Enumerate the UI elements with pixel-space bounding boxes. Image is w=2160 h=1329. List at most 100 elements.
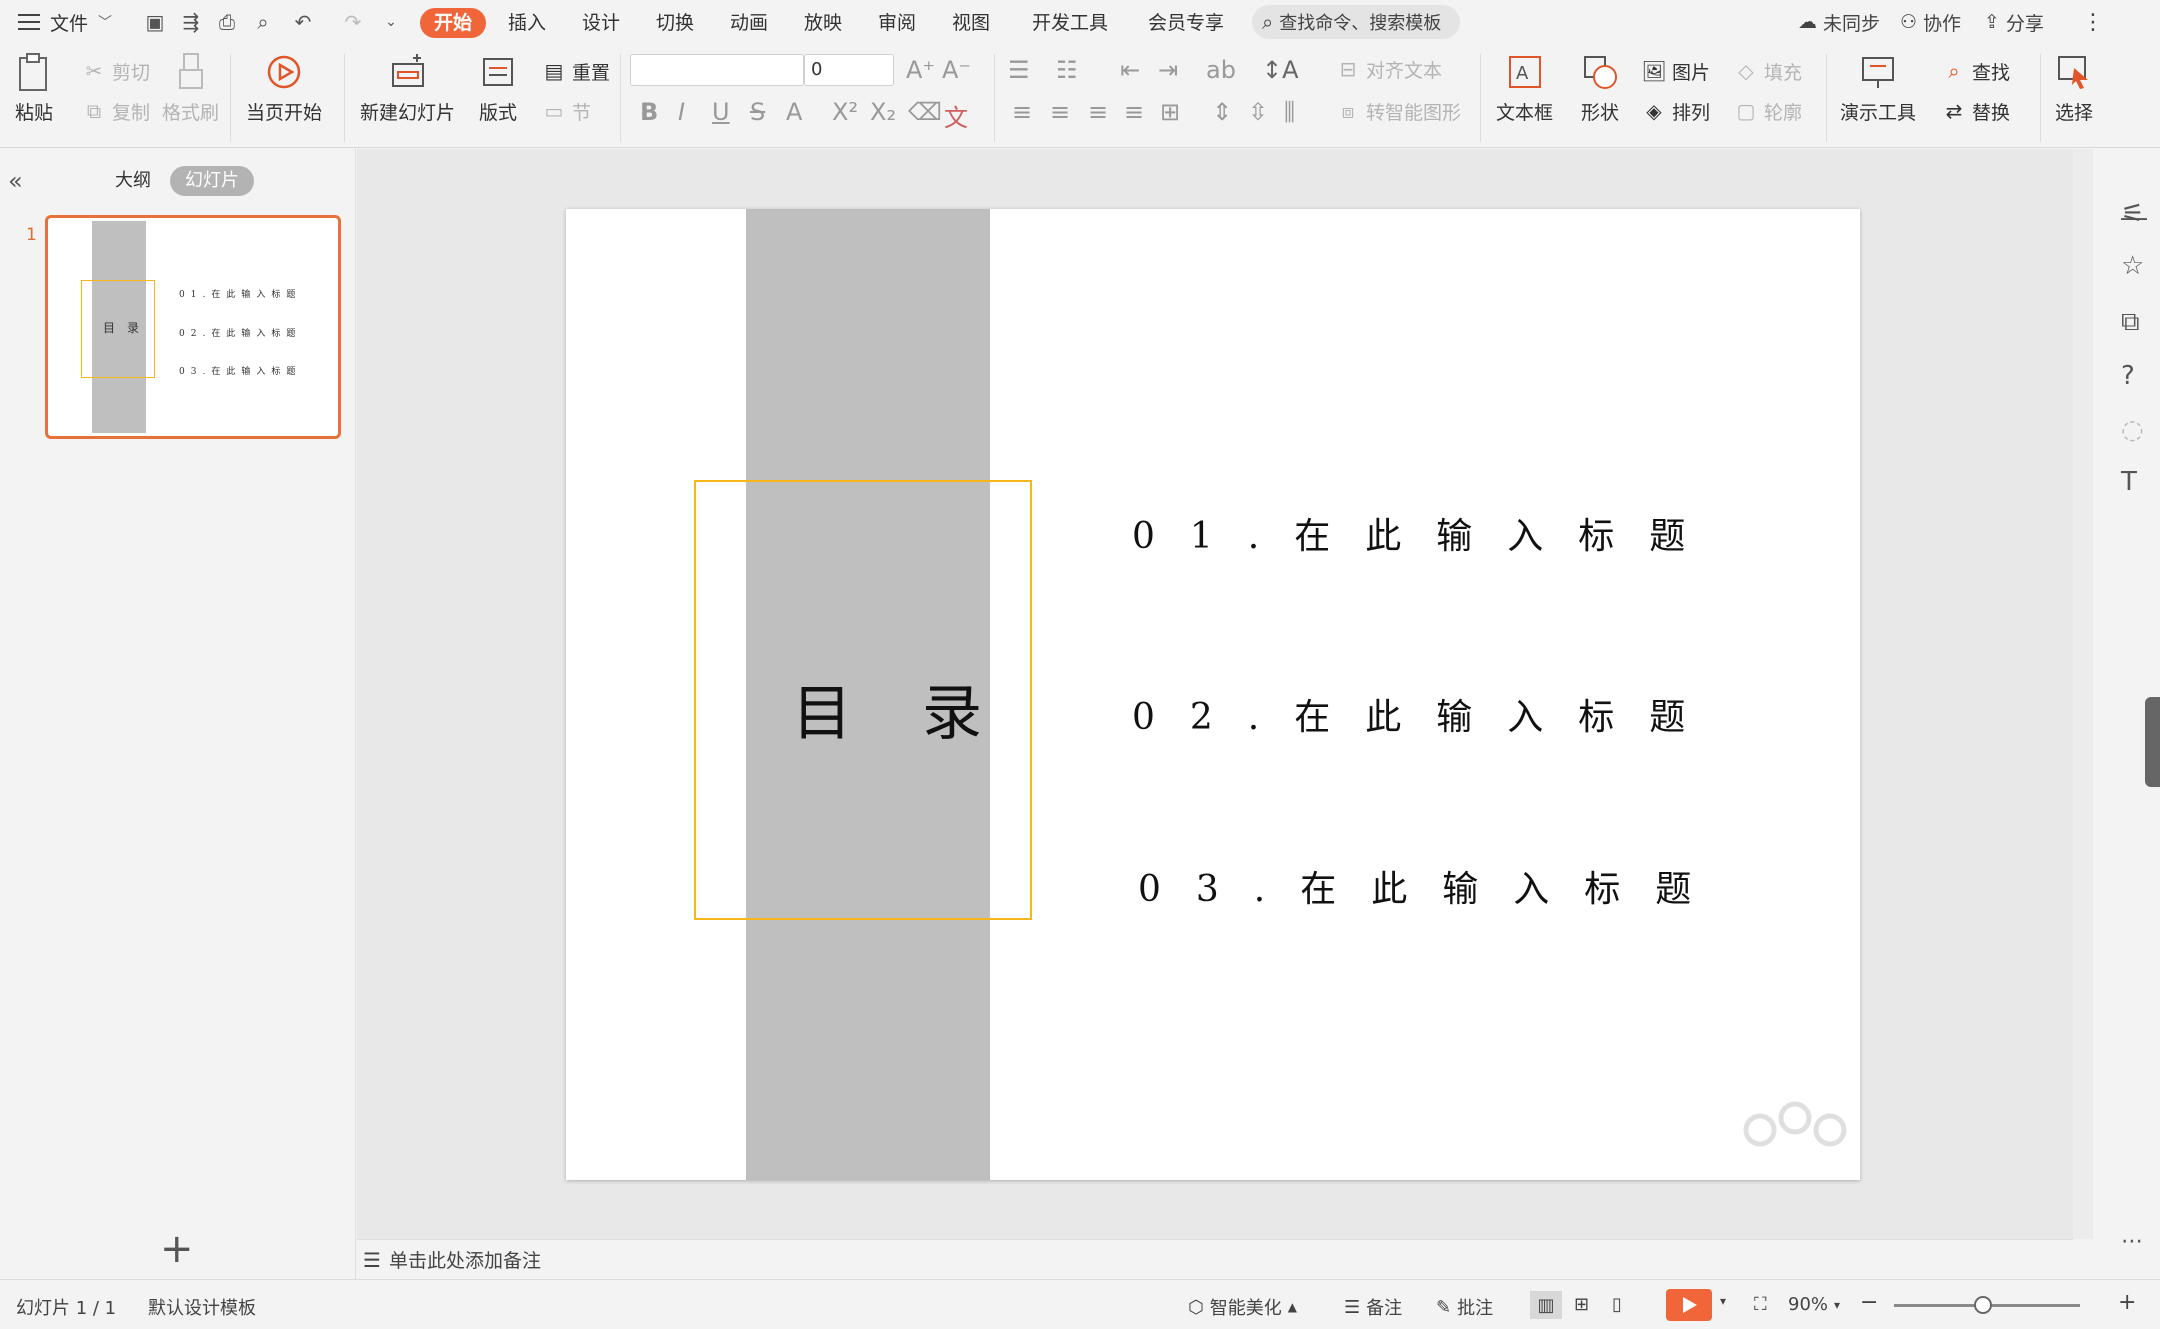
slide-thumbnail[interactable]: 目录 01.在此输入标题 02.在此输入标题 03.在此输入标题 — [45, 215, 341, 439]
align-left-icon[interactable]: ≡ — [1012, 98, 1032, 126]
toc-entry-1[interactable]: 01.在此输入标题 — [1132, 507, 1720, 559]
slide-sorter-icon[interactable]: ⊞ — [1574, 1294, 1589, 1315]
numbered-list-icon[interactable]: ☷ — [1056, 56, 1078, 84]
phonetic-icon[interactable]: 文 — [944, 98, 968, 133]
collaborate-button[interactable]: ⚇ 协作 — [1900, 9, 1961, 35]
more-menu-icon[interactable]: ⋮ — [2082, 9, 2104, 35]
align-right-icon[interactable]: ≡ — [1088, 98, 1108, 126]
para-spacing-icon[interactable]: ⇳ — [1248, 98, 1268, 126]
file-menu[interactable]: 文件 ﹀ — [18, 8, 112, 36]
copy-button[interactable]: ⧉ 复制 — [82, 96, 150, 126]
slide-switch-icon[interactable]: ⧉ — [2121, 307, 2140, 338]
select-button[interactable]: 选择 — [2054, 52, 2094, 125]
tab-animation[interactable]: 动画 — [730, 8, 768, 38]
reading-view-icon[interactable]: ▯ — [1612, 1294, 1622, 1315]
shape-button[interactable]: 形状 — [1580, 52, 1620, 125]
strikethrough-icon[interactable]: S — [750, 98, 765, 126]
cut-button[interactable]: ✂ 剪切 — [82, 56, 150, 86]
adjust-icon[interactable]: ⚟ — [2121, 199, 2144, 229]
zoom-slider-handle[interactable] — [1974, 1296, 1992, 1314]
slide-canvas[interactable]: 目录 01.在此输入标题 02.在此输入标题 03.在此输入标题 — [566, 209, 1860, 1180]
decrease-font-icon[interactable]: A⁻ — [942, 56, 971, 84]
tab-view[interactable]: 视图 — [952, 8, 990, 38]
arrange-button[interactable]: ◈ 排列 — [1642, 96, 1710, 126]
bold-icon[interactable]: B — [640, 98, 658, 126]
zoom-out-icon[interactable]: − — [1860, 1290, 1878, 1315]
font-name-field[interactable] — [630, 54, 804, 86]
export-icon[interactable]: ⇶ — [178, 9, 204, 35]
char-spacing-icon[interactable]: ab — [1206, 56, 1236, 84]
side-handle[interactable] — [2145, 697, 2160, 787]
toc-entry-2[interactable]: 02.在此输入标题 — [1132, 688, 1720, 740]
zoom-in-icon[interactable]: + — [2118, 1290, 2136, 1315]
textbox-button[interactable]: A 文本框 — [1496, 52, 1553, 125]
align-center-icon[interactable]: ≡ — [1050, 98, 1070, 126]
slide-title[interactable]: 目录 — [792, 665, 1052, 752]
tab-developer[interactable]: 开发工具 — [1032, 8, 1108, 38]
find-button[interactable]: ⌕ 查找 — [1942, 56, 2010, 86]
increase-font-icon[interactable]: A⁺ — [906, 56, 935, 84]
normal-view-icon[interactable]: ▥ — [1530, 1291, 1562, 1319]
tab-review[interactable]: 审阅 — [878, 8, 916, 38]
undo-icon[interactable]: ↶ — [290, 9, 316, 35]
increase-indent-icon[interactable]: ⇥ — [1158, 56, 1178, 84]
tab-transition[interactable]: 切换 — [656, 8, 694, 38]
print-icon[interactable]: ⎙ — [214, 9, 240, 35]
text-direction-icon[interactable]: ↕A — [1262, 56, 1299, 84]
command-search[interactable]: ⌕ 查找命令、搜索模板 — [1252, 5, 1460, 39]
collapse-panel-icon[interactable]: « — [8, 167, 23, 195]
save-icon[interactable]: ▣ — [142, 9, 168, 35]
reset-button[interactable]: ▤ 重置 — [542, 56, 610, 86]
distribute-icon[interactable]: ⊞ — [1160, 98, 1180, 126]
format-painter-button[interactable]: 格式刷 — [162, 52, 219, 125]
notes-toggle[interactable]: ☰ 备注 — [1344, 1294, 1402, 1320]
sync-status[interactable]: ☁ 未同步 — [1798, 9, 1880, 35]
tab-slideshow[interactable]: 放映 — [804, 8, 842, 38]
paste-button[interactable]: 粘贴 — [14, 52, 54, 125]
tab-home[interactable]: 开始 — [420, 8, 487, 38]
play-slideshow-button[interactable] — [1666, 1289, 1712, 1321]
tab-design[interactable]: 设计 — [582, 8, 620, 38]
help-icon[interactable]: ? — [2121, 361, 2135, 391]
tab-slides[interactable]: 幻灯片 — [170, 166, 254, 196]
decrease-indent-icon[interactable]: ⇤ — [1120, 56, 1140, 84]
italic-icon[interactable]: I — [678, 98, 685, 126]
section-button[interactable]: ▭ 节 — [542, 96, 591, 126]
text-icon[interactable]: T — [2121, 467, 2137, 497]
replace-button[interactable]: ⇄ 替换 — [1942, 96, 2010, 126]
columns-icon[interactable]: ⫼ — [1284, 98, 1295, 126]
align-text-button[interactable]: ⊟ 对齐文本 — [1336, 54, 1442, 84]
zoom-level[interactable]: 90% ▾ — [1788, 1294, 1840, 1315]
add-slide-icon[interactable]: + — [160, 1229, 194, 1269]
bullet-list-icon[interactable]: ☰ — [1008, 56, 1030, 84]
beautify-button[interactable]: ⬡ 智能美化 ▲ — [1188, 1294, 1297, 1320]
font-size-field[interactable]: 0 — [804, 54, 894, 86]
template-name[interactable]: 默认设计模板 — [148, 1294, 256, 1320]
play-from-current-button[interactable]: 当页开始 — [246, 52, 322, 125]
vertical-scrollbar[interactable] — [2073, 149, 2093, 1239]
eraser-icon[interactable]: ⌫ — [908, 98, 942, 126]
presentation-tools-button[interactable]: 演示工具 — [1840, 52, 1916, 125]
print-preview-icon[interactable]: ⌕ — [250, 9, 276, 35]
redo-icon[interactable]: ↷ — [340, 9, 366, 35]
fill-button[interactable]: ◇ 填充 — [1734, 56, 1802, 86]
justify-icon[interactable]: ≡ — [1124, 98, 1144, 126]
tab-member[interactable]: 会员专享 — [1148, 8, 1224, 38]
tab-insert[interactable]: 插入 — [508, 8, 546, 38]
toc-entry-3[interactable]: 03.在此输入标题 — [1138, 860, 1726, 912]
smartart-button[interactable]: ⧈ 转智能图形 — [1336, 96, 1461, 126]
idea-icon[interactable]: ◌ — [2121, 415, 2144, 445]
line-spacing-icon[interactable]: ⇕ — [1212, 98, 1232, 126]
outline-button[interactable]: ▢ 轮廓 — [1734, 96, 1802, 126]
picture-button[interactable]: 🖼 图片 — [1641, 56, 1710, 86]
subscript-icon[interactable]: X₂ — [870, 98, 896, 126]
share-button[interactable]: ⇪ 分享 — [1984, 9, 2044, 35]
animation-pane-icon[interactable]: ☆ — [2121, 251, 2144, 281]
font-color-icon[interactable]: A — [786, 98, 802, 126]
customize-quick-access-icon[interactable]: ⌄ — [378, 9, 404, 35]
fit-window-icon[interactable]: ⛶ — [1754, 1294, 1767, 1315]
notes-bar[interactable]: ☰ 单击此处添加备注 — [357, 1239, 2073, 1279]
new-slide-button[interactable]: 新建幻灯片 — [360, 52, 455, 125]
underline-icon[interactable]: U — [712, 98, 730, 126]
tab-outline[interactable]: 大纲 — [100, 166, 166, 196]
